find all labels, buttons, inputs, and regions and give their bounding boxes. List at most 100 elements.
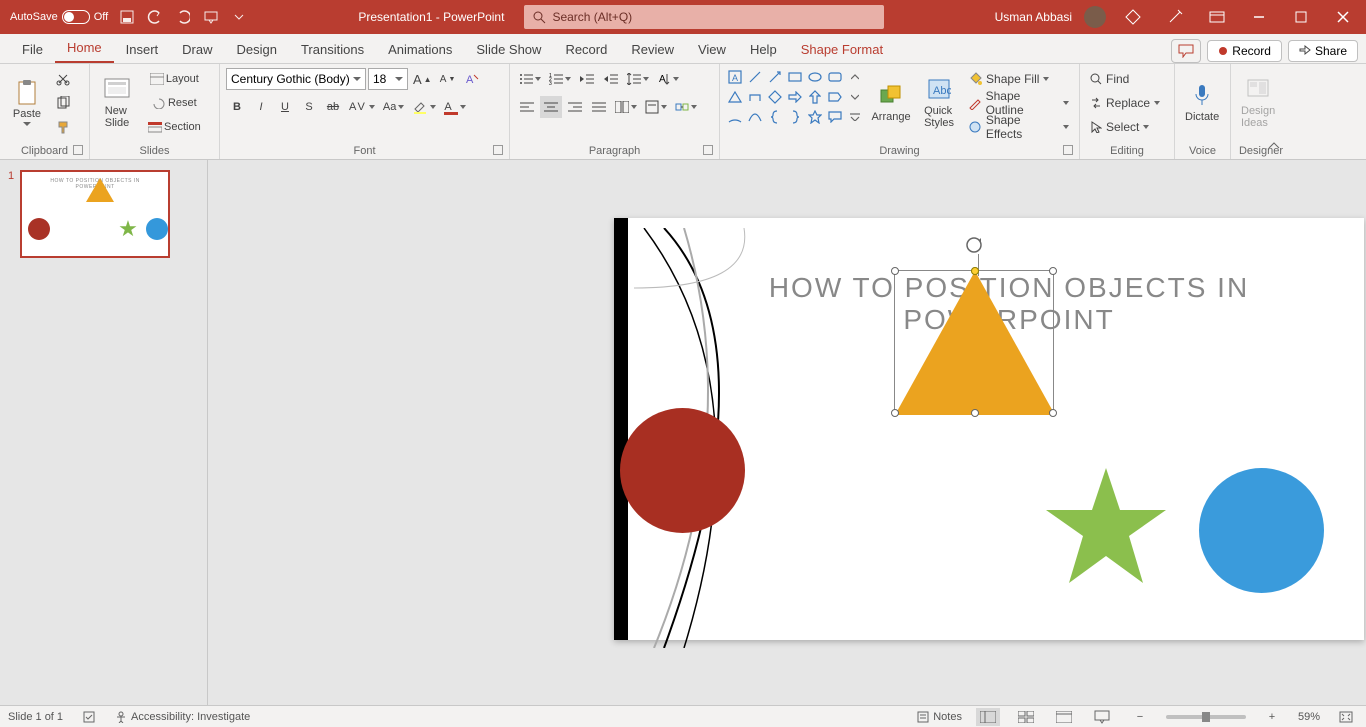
zoom-thumb[interactable] <box>1202 712 1210 722</box>
triangle-shape[interactable] <box>895 271 1055 415</box>
shape-fill-button[interactable]: Shape Fill <box>964 68 1073 90</box>
tab-help[interactable]: Help <box>738 36 789 63</box>
numbering-button[interactable]: 123 <box>546 68 574 90</box>
tab-file[interactable]: File <box>10 36 55 63</box>
shape-arrowline-icon[interactable] <box>766 68 784 86</box>
green-star-shape[interactable] <box>1046 468 1166 588</box>
save-icon[interactable] <box>118 8 136 26</box>
sorter-view-icon[interactable] <box>1014 708 1038 726</box>
layout-button[interactable]: Layout <box>142 68 207 90</box>
align-left-button[interactable] <box>516 96 538 118</box>
shape-connector-icon[interactable] <box>746 88 764 106</box>
fit-window-icon[interactable] <box>1334 708 1358 726</box>
highlight-button[interactable] <box>409 96 439 118</box>
italic-button[interactable]: I <box>250 96 272 118</box>
increase-indent-button[interactable] <box>600 68 622 90</box>
tab-slideshow[interactable]: Slide Show <box>464 36 553 63</box>
handle-nw[interactable] <box>891 267 899 275</box>
section-button[interactable]: Section <box>142 116 207 138</box>
clipboard-dialog-icon[interactable] <box>73 145 83 155</box>
shape-curve-icon[interactable] <box>746 108 764 126</box>
tab-design[interactable]: Design <box>225 36 289 63</box>
selection-box[interactable] <box>894 270 1054 414</box>
underline-button[interactable]: U <box>274 96 296 118</box>
justify-button[interactable] <box>588 96 610 118</box>
accessibility-status[interactable]: Accessibility: Investigate <box>115 711 250 723</box>
tab-shape-format[interactable]: Shape Format <box>789 36 895 63</box>
replace-button[interactable]: Replace <box>1086 92 1164 114</box>
spellcheck-icon[interactable] <box>77 708 101 726</box>
user-name[interactable]: Usman Abbasi <box>995 10 1072 24</box>
comments-button[interactable] <box>1171 39 1201 63</box>
shape-rbrace-icon[interactable] <box>786 108 804 126</box>
tab-record[interactable]: Record <box>553 36 619 63</box>
autosave-toggle[interactable]: AutoSave Off <box>10 10 108 24</box>
find-button[interactable]: Find <box>1086 68 1164 90</box>
shape-callout-icon[interactable] <box>826 108 844 126</box>
new-slide-button[interactable]: New Slide <box>96 68 138 136</box>
shrink-font-button[interactable]: A▼ <box>437 68 459 90</box>
close-icon[interactable] <box>1328 2 1358 32</box>
shape-textbox-icon[interactable]: A <box>726 68 744 86</box>
columns-button[interactable] <box>612 96 640 118</box>
font-color-button[interactable]: A <box>441 96 468 118</box>
zoom-in-icon[interactable]: + <box>1260 708 1284 726</box>
shape-star-icon[interactable] <box>806 108 824 126</box>
shape-diamond-icon[interactable] <box>766 88 784 106</box>
handle-sw[interactable] <box>891 409 899 417</box>
change-case-button[interactable]: Aa <box>380 96 407 118</box>
search-input[interactable]: Search (Alt+Q) <box>524 5 884 29</box>
font-dialog-icon[interactable] <box>493 145 503 155</box>
minimize-icon[interactable] <box>1244 2 1274 32</box>
smartart-button[interactable] <box>672 96 700 118</box>
shape-rect-icon[interactable] <box>786 68 804 86</box>
dictate-button[interactable]: Dictate <box>1181 68 1223 136</box>
shape-gallery-expand-icon[interactable] <box>846 108 864 126</box>
blue-circle-shape[interactable] <box>1199 468 1324 593</box>
slide-canvas[interactable]: HOW TO POSITION OBJECTS IN POWERPOINT <box>614 218 1364 640</box>
shape-more-up-icon[interactable] <box>846 68 864 86</box>
zoom-slider[interactable] <box>1166 715 1246 719</box>
shape-more-down-icon[interactable] <box>846 88 864 106</box>
drawing-dialog-icon[interactable] <box>1063 145 1073 155</box>
char-spacing-button[interactable]: AV <box>346 96 378 118</box>
tab-transitions[interactable]: Transitions <box>289 36 376 63</box>
handle-ne[interactable] <box>1049 267 1057 275</box>
ribbon-display-icon[interactable] <box>1202 2 1232 32</box>
paragraph-dialog-icon[interactable] <box>703 145 713 155</box>
thumbnail-pane[interactable]: 1 HOW TO POSITION OBJECTS IN POWERPOINT … <box>0 160 208 705</box>
present-icon[interactable] <box>202 8 220 26</box>
tab-home[interactable]: Home <box>55 34 114 63</box>
reset-button[interactable]: Reset <box>142 92 207 114</box>
shape-triangle-icon[interactable] <box>726 88 744 106</box>
align-right-button[interactable] <box>564 96 586 118</box>
tab-view[interactable]: View <box>686 36 738 63</box>
red-circle-shape[interactable] <box>620 408 745 533</box>
cut-button[interactable] <box>52 68 74 90</box>
shape-roundrect-icon[interactable] <box>826 68 844 86</box>
shapes-gallery[interactable]: A <box>726 68 864 126</box>
shape-outline-button[interactable]: Shape Outline <box>964 92 1073 114</box>
wand-icon[interactable] <box>1160 2 1190 32</box>
align-text-button[interactable] <box>642 96 670 118</box>
format-painter-button[interactable] <box>52 116 74 138</box>
share-button[interactable]: Share <box>1288 40 1358 62</box>
slideshow-view-icon[interactable] <box>1090 708 1114 726</box>
copy-button[interactable] <box>52 92 74 114</box>
shape-arrow-icon[interactable] <box>786 88 804 106</box>
align-center-button[interactable] <box>540 96 562 118</box>
normal-view-icon[interactable] <box>976 708 1000 726</box>
shape-arc-icon[interactable] <box>726 108 744 126</box>
shape-lbrace-icon[interactable] <box>766 108 784 126</box>
maximize-icon[interactable] <box>1286 2 1316 32</box>
bold-button[interactable]: B <box>226 96 248 118</box>
slide-counter[interactable]: Slide 1 of 1 <box>8 711 63 723</box>
select-button[interactable]: Select <box>1086 116 1164 138</box>
shape-line-icon[interactable] <box>746 68 764 86</box>
record-button[interactable]: Record <box>1207 40 1282 62</box>
shape-effects-button[interactable]: Shape Effects <box>964 116 1073 138</box>
tab-draw[interactable]: Draw <box>170 36 224 63</box>
zoom-out-icon[interactable]: − <box>1128 708 1152 726</box>
rotate-handle[interactable] <box>965 236 983 254</box>
tab-animations[interactable]: Animations <box>376 36 464 63</box>
